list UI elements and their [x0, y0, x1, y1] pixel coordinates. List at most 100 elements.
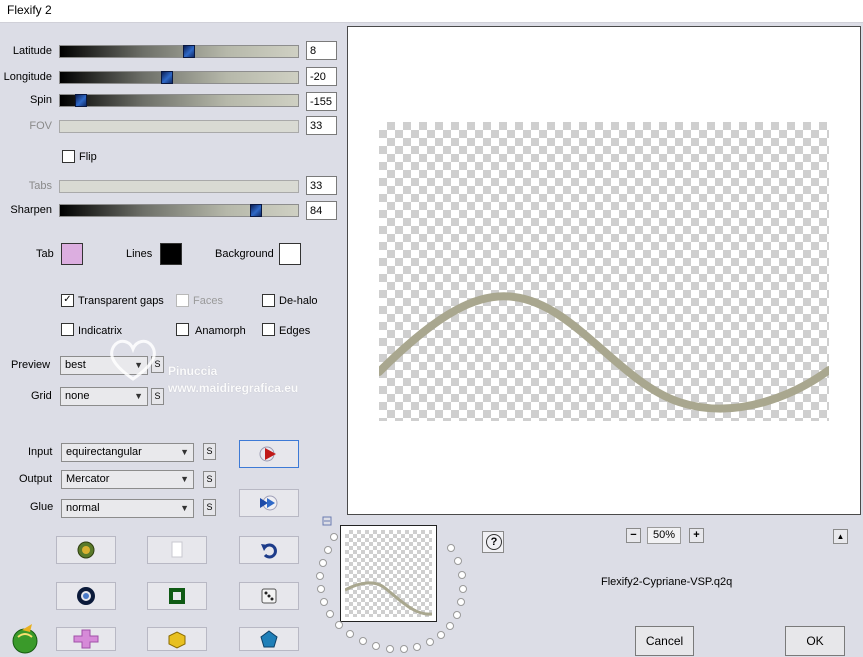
help-icon: ? [486, 534, 502, 550]
preset-dot[interactable] [386, 645, 394, 653]
output-s-button[interactable]: S [203, 471, 216, 488]
preset-dot[interactable] [413, 643, 421, 651]
preset-dot[interactable] [446, 622, 454, 630]
indicatrix-label: Indicatrix [78, 325, 123, 337]
preview-mode-value: best [65, 359, 86, 371]
spin-slider-thumb[interactable] [75, 94, 87, 107]
collapse-button[interactable]: ▲ [833, 529, 848, 544]
preset-dot[interactable] [316, 572, 324, 580]
watermark-line1: Pinuccia [168, 364, 218, 378]
preset-dot[interactable] [457, 598, 465, 606]
frame-button[interactable] [147, 582, 207, 610]
background-color-swatch[interactable] [279, 243, 301, 265]
input-projection-value: equirectangular [66, 446, 142, 458]
anamorph-checkbox[interactable] [176, 323, 189, 336]
de-halo-label: De-halo [279, 295, 318, 307]
input-projection-select[interactable]: equirectangular ▼ [61, 443, 194, 462]
preset-dot[interactable] [400, 645, 408, 653]
document-icon [171, 541, 183, 558]
edges-label: Edges [279, 325, 311, 337]
preset-dot[interactable] [317, 585, 325, 593]
random-dice-button[interactable] [239, 582, 299, 610]
sharpen-slider-thumb[interactable] [250, 204, 262, 217]
tab-color-label: Tab [36, 248, 54, 260]
de-halo-checkbox[interactable] [262, 294, 275, 307]
zoom-in-button[interactable]: + [689, 528, 704, 543]
preset-dot[interactable] [458, 571, 466, 579]
sharpen-slider[interactable] [59, 204, 299, 217]
preset-dot[interactable] [437, 631, 445, 639]
play-icon [259, 446, 276, 462]
undo-button[interactable] [239, 536, 299, 564]
preset-thumbnail[interactable] [340, 525, 437, 622]
latitude-label: Latitude [12, 45, 52, 57]
preset-dot[interactable] [372, 642, 380, 650]
indicatrix-checkbox[interactable] [61, 323, 74, 336]
edges-checkbox[interactable] [262, 323, 275, 336]
preset-thumbnail-canvas [345, 530, 432, 617]
preset-dot[interactable] [454, 557, 462, 565]
spin-label: Spin [29, 94, 52, 106]
cube-button[interactable] [147, 627, 207, 651]
longitude-slider[interactable] [59, 71, 299, 84]
glue-select[interactable]: normal ▼ [61, 499, 194, 518]
cross-button[interactable] [56, 627, 116, 651]
grid-select[interactable]: none ▼ [60, 387, 148, 406]
preset-dot[interactable] [324, 546, 332, 554]
flip-checkbox[interactable] [62, 150, 75, 163]
window-title: Flexify 2 [7, 3, 52, 17]
undo-icon [261, 543, 277, 559]
chevron-down-icon: ▼ [180, 503, 189, 513]
cube-icon [168, 631, 186, 649]
spin-value-field[interactable]: -155 [306, 92, 337, 111]
cancel-button[interactable]: Cancel [635, 626, 694, 656]
preset-dot[interactable] [319, 559, 327, 567]
pentagon-button[interactable] [239, 627, 299, 651]
tab-color-swatch[interactable] [61, 243, 83, 265]
zoom-out-button[interactable]: − [626, 528, 641, 543]
grid-value: none [65, 390, 90, 402]
latitude-slider[interactable] [59, 45, 299, 58]
preset-dot[interactable] [335, 621, 343, 629]
frame-icon [169, 588, 185, 604]
fov-label: FOV [29, 120, 52, 132]
preview-panel[interactable] [347, 26, 861, 515]
render-button[interactable] [239, 489, 299, 517]
preset-dot[interactable] [326, 610, 334, 618]
preset-dot[interactable] [453, 611, 461, 619]
dice-icon [261, 588, 277, 604]
sharpen-value-field[interactable]: 84 [306, 201, 337, 220]
longitude-slider-thumb[interactable] [161, 71, 173, 84]
latitude-value-field[interactable]: 8 [306, 41, 337, 60]
preset-dot[interactable] [447, 544, 455, 552]
longitude-label: Longitude [3, 71, 52, 83]
longitude-value-field[interactable]: -20 [306, 67, 337, 86]
watermark: Pinuccia www.maidiregrafica.eu [108, 337, 298, 395]
preset-dot[interactable] [346, 630, 354, 638]
watermark-line2: www.maidiregrafica.eu [168, 381, 299, 395]
help-button[interactable]: ? [482, 531, 504, 553]
ok-button[interactable]: OK [785, 626, 845, 656]
preset-dot[interactable] [426, 638, 434, 646]
flip-label: Flip [79, 151, 97, 163]
lines-color-swatch[interactable] [160, 243, 182, 265]
play-animation-button[interactable] [239, 440, 299, 468]
grid-s-button[interactable]: S [151, 388, 164, 405]
latitude-slider-thumb[interactable] [183, 45, 195, 58]
input-s-button[interactable]: S [203, 443, 216, 460]
sphere-mode-button[interactable] [56, 582, 116, 610]
randomize-button[interactable] [56, 536, 116, 564]
copy-button[interactable] [147, 536, 207, 564]
anamorph-label: Anamorph [195, 325, 246, 337]
globe-icon [77, 541, 95, 559]
preset-dot[interactable] [320, 598, 328, 606]
glue-s-button[interactable]: S [203, 499, 216, 516]
tabs-value-field: 33 [306, 176, 337, 195]
preset-dot[interactable] [330, 533, 338, 541]
preset-dot[interactable] [359, 637, 367, 645]
preset-dot[interactable] [459, 585, 467, 593]
output-projection-select[interactable]: Mercator ▼ [61, 470, 194, 489]
preset-menu-icon[interactable] [322, 516, 332, 529]
transparent-gaps-checkbox[interactable]: ✓ [61, 294, 74, 307]
spin-slider[interactable] [59, 94, 299, 107]
